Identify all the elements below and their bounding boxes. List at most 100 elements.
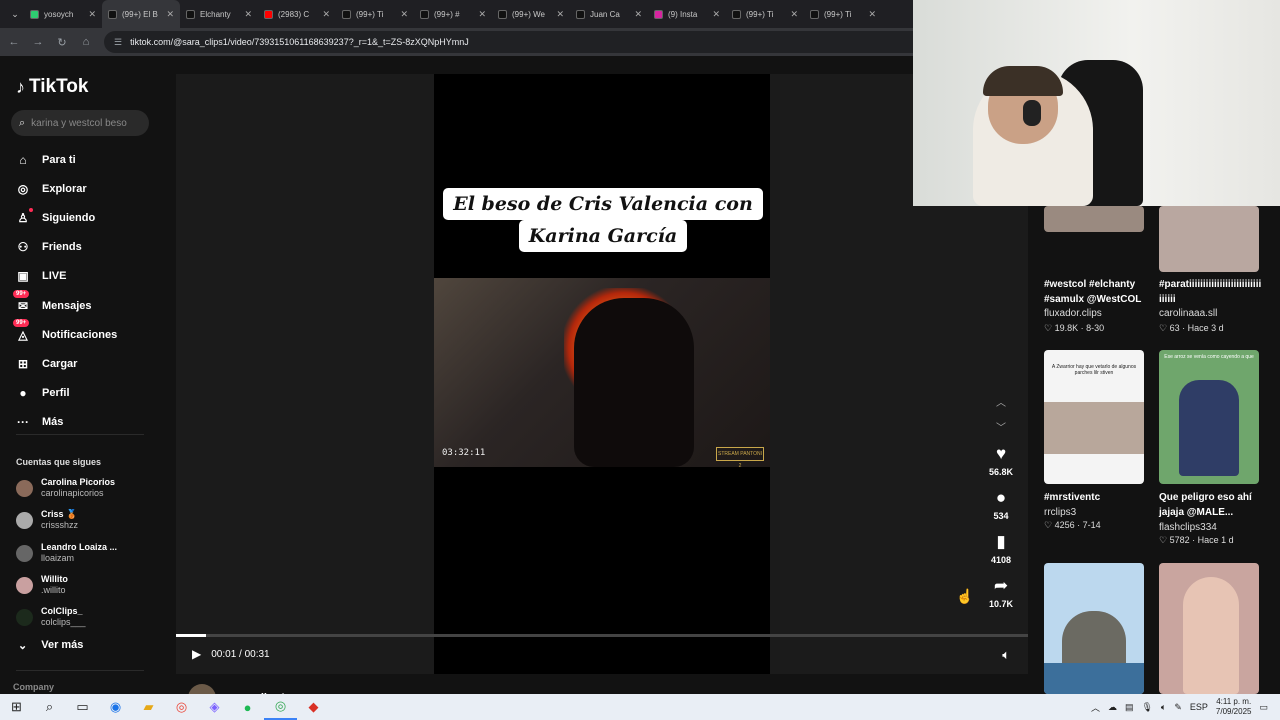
back-icon[interactable]: ← bbox=[8, 36, 20, 48]
close-icon[interactable]: ✕ bbox=[88, 9, 96, 20]
feed-username[interactable]: rrclips3 bbox=[1044, 507, 1076, 518]
save-button[interactable]: ▮ 4108 bbox=[982, 532, 1020, 565]
spotify-icon[interactable]: ● bbox=[231, 694, 264, 720]
app-icon[interactable]: ◆ bbox=[297, 694, 330, 720]
sidebar-item-mensajes[interactable]: ✉ 99+ Mensajes bbox=[13, 290, 92, 317]
feed-title[interactable]: Que peligro eso ahí jajaja @MALE... bbox=[1159, 490, 1269, 520]
sidebar-item-friends[interactable]: ⚇ Friends bbox=[16, 236, 82, 258]
windows-start-icon[interactable]: ⊞ bbox=[0, 694, 33, 720]
task-view-icon[interactable]: ▭ bbox=[66, 694, 99, 720]
close-icon[interactable]: ✕ bbox=[556, 9, 564, 20]
following-account[interactable]: Carolina Picorios carolinapicorios bbox=[16, 475, 115, 501]
search-input[interactable]: ⌕ karina y westcol beso bbox=[11, 110, 149, 136]
play-icon[interactable]: ▶ bbox=[192, 647, 201, 661]
search-icon[interactable]: ⌕ bbox=[33, 694, 66, 720]
browser-tab[interactable]: (2983) C ✕ bbox=[258, 0, 336, 28]
close-icon[interactable]: ✕ bbox=[478, 9, 486, 20]
close-icon[interactable]: ✕ bbox=[244, 9, 252, 20]
comment-button[interactable]: ● 534 bbox=[982, 488, 1020, 521]
chrome-active-icon[interactable]: ◎ bbox=[264, 694, 297, 720]
company-link[interactable]: Company bbox=[13, 682, 54, 692]
following-icon: ♙ bbox=[16, 208, 33, 225]
video-player[interactable]: El beso de Cris Valencia con Karina Garc… bbox=[176, 74, 1028, 712]
edge-icon[interactable]: ◉ bbox=[99, 694, 132, 720]
following-account[interactable]: Leandro Loaiza ... lloaizam bbox=[16, 540, 117, 566]
file-explorer-icon[interactable]: ▰ bbox=[132, 694, 165, 720]
following-account[interactable]: ColClips_ colclips___ bbox=[16, 604, 86, 630]
sidebar-item-notificaciones[interactable]: ◬ 99+ Notificaciones bbox=[13, 319, 117, 346]
sidebar-item-parati[interactable]: ⌂ Para ti bbox=[16, 149, 75, 171]
share-button[interactable]: ➦ 10.7K bbox=[982, 576, 1020, 609]
sidebar-item-siguiendo[interactable]: ♙ Siguiendo bbox=[16, 207, 95, 229]
tab-favicon-icon bbox=[420, 9, 429, 19]
feed-thumbnail[interactable] bbox=[1159, 206, 1259, 272]
home-browser-icon[interactable]: ⌂ bbox=[80, 36, 92, 48]
notification-icon[interactable]: ▭ bbox=[1259, 702, 1268, 713]
network-icon[interactable]: ▤ bbox=[1125, 702, 1134, 713]
clock[interactable]: 4:11 p. m. 7/09/2025 bbox=[1216, 697, 1252, 717]
chrome-icon[interactable]: ◎ bbox=[165, 694, 198, 720]
browser-tab[interactable]: Elchanty ✕ bbox=[180, 0, 258, 28]
tiktok-logo[interactable]: ♪ TikTok bbox=[16, 76, 88, 98]
feed-thumbnail[interactable]: Ese arroz se venía como cayendo a que bbox=[1159, 350, 1259, 484]
language-indicator[interactable]: ESP bbox=[1190, 702, 1208, 712]
site-info-icon[interactable]: ☰ bbox=[114, 37, 122, 48]
close-icon[interactable]: ✕ bbox=[868, 9, 876, 20]
tab-favicon-icon bbox=[732, 9, 741, 19]
feed-username[interactable]: flashclips334 bbox=[1159, 522, 1217, 533]
sidebar-item-cargar[interactable]: ⊞ Cargar bbox=[16, 353, 78, 375]
bookmark-icon: ▮ bbox=[996, 532, 1006, 551]
browser-tab[interactable]: (99+) We ✕ bbox=[492, 0, 570, 28]
like-button[interactable]: ♥ 56.8K bbox=[982, 444, 1020, 477]
following-account[interactable]: Willito .willito bbox=[16, 572, 68, 598]
feed-title[interactable]: #westcol #elchanty #samulx @WestCOL bbox=[1044, 277, 1154, 307]
browser-tab[interactable]: (99+) # ✕ bbox=[414, 0, 492, 28]
feed-title[interactable]: #paratiiiiiiiiiiiiiiiiiiiiiiiiii iiiiii bbox=[1159, 277, 1269, 307]
sidebar-item-perfil[interactable]: ● Perfil bbox=[16, 382, 69, 404]
browser-tab[interactable]: yosoych ✕ bbox=[24, 0, 102, 28]
chevron-up-icon[interactable]: ︿ bbox=[982, 394, 1020, 409]
close-icon[interactable]: ✕ bbox=[400, 9, 408, 20]
tab-search-icon[interactable]: ⌄ bbox=[6, 9, 24, 20]
forward-icon[interactable]: → bbox=[32, 36, 44, 48]
person-image bbox=[574, 298, 694, 467]
tab-favicon-icon bbox=[810, 9, 819, 19]
pen-icon[interactable]: ✎ bbox=[1174, 702, 1182, 713]
browser-tab[interactable]: (99+) Ti ✕ bbox=[336, 0, 414, 28]
cloud-icon[interactable]: ☁ bbox=[1108, 702, 1117, 713]
feed-username[interactable]: fluxador.clips bbox=[1044, 308, 1102, 319]
volume-icon[interactable]: 🔈︎ bbox=[1002, 647, 1010, 663]
video-frame[interactable]: El beso de Cris Valencia con Karina Garc… bbox=[434, 74, 770, 674]
browser-tab[interactable]: (99+) El B ✕ bbox=[102, 0, 180, 28]
chevron-up-icon[interactable]: ︿ bbox=[1091, 701, 1100, 714]
close-icon[interactable]: ✕ bbox=[322, 9, 330, 20]
account-username: carolinapicorios bbox=[41, 488, 104, 498]
following-account[interactable]: Criss 🥉 crissshzz bbox=[16, 507, 78, 533]
avatar bbox=[16, 544, 33, 562]
app-icon[interactable]: ◈ bbox=[198, 694, 231, 720]
feed-thumbnail[interactable] bbox=[1044, 563, 1144, 694]
chevron-down-icon[interactable]: ﹀ bbox=[982, 419, 1020, 434]
close-icon[interactable]: ✕ bbox=[166, 9, 174, 20]
video-title-line1: El beso de Cris Valencia con bbox=[443, 188, 763, 220]
progress-bar[interactable] bbox=[176, 634, 1028, 637]
browser-tab[interactable]: (99+) Ti ✕ bbox=[726, 0, 804, 28]
close-icon[interactable]: ✕ bbox=[634, 9, 642, 20]
close-icon[interactable]: ✕ bbox=[790, 9, 798, 20]
feed-username[interactable]: carolinaaa.sll bbox=[1159, 308, 1217, 319]
feed-thumbnail[interactable] bbox=[1159, 563, 1259, 694]
close-icon[interactable]: ✕ bbox=[712, 9, 720, 20]
sidebar-item-live[interactable]: ▣ LIVE bbox=[16, 265, 66, 287]
sidebar-item-explorar[interactable]: ◎ Explorar bbox=[16, 178, 87, 200]
speaker-icon[interactable]: 🔈︎ bbox=[1161, 702, 1166, 713]
mic-icon[interactable]: 🎙︎ bbox=[1141, 702, 1152, 713]
browser-tab[interactable]: (9) Insta ✕ bbox=[648, 0, 726, 28]
browser-tab[interactable]: (99+) Ti ✕ bbox=[804, 0, 882, 28]
feed-thumbnail[interactable]: A Zwarrior hay que vetarlo de algunos pa… bbox=[1044, 350, 1144, 484]
browser-tab[interactable]: Juan Ca ✕ bbox=[570, 0, 648, 28]
feed-thumbnail[interactable] bbox=[1044, 206, 1144, 232]
see-more-button[interactable]: ⌄ Ver más bbox=[18, 639, 83, 652]
feed-title[interactable]: #mrstiventc bbox=[1044, 490, 1154, 505]
reload-icon[interactable]: ↻ bbox=[56, 36, 68, 49]
sidebar-item-ms[interactable]: ··· Más bbox=[16, 411, 63, 433]
